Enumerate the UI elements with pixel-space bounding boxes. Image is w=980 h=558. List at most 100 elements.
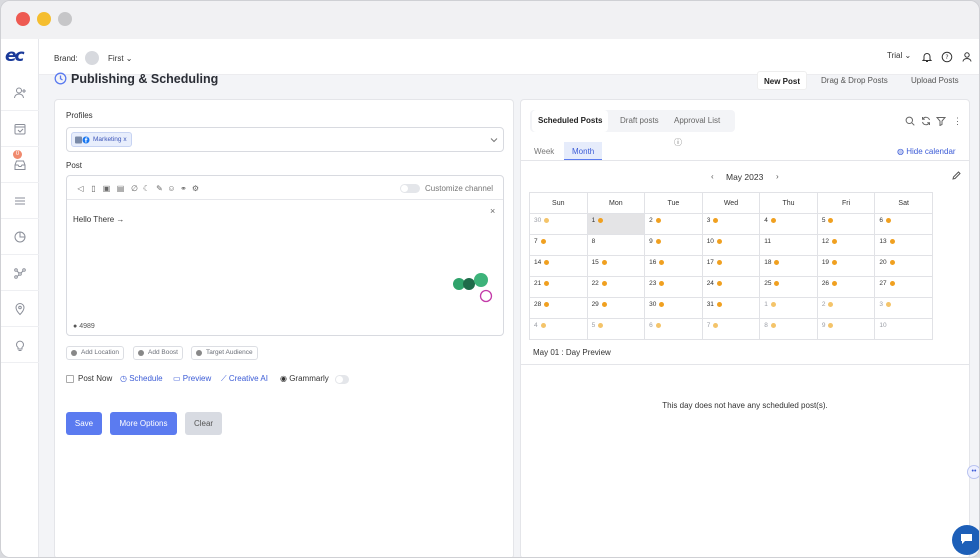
edit-icon[interactable] <box>952 171 961 180</box>
creative-ai-option[interactable]: ⟋ Creative AI <box>221 374 268 384</box>
event-dot[interactable] <box>716 259 722 265</box>
calendar-day-cell[interactable]: 20 <box>874 255 933 277</box>
calendar-day-cell[interactable]: 15 <box>586 255 646 277</box>
event-dot[interactable] <box>889 259 895 265</box>
schedule-option[interactable]: ◷ Schedule <box>120 374 163 384</box>
calendar-day-cell[interactable]: 2 <box>816 297 876 319</box>
calendar-day-cell[interactable]: 27 <box>874 276 933 298</box>
assistant-avatars-icon[interactable] <box>451 272 495 304</box>
event-dot[interactable] <box>598 322 604 328</box>
calendar-day-cell[interactable]: 24 <box>701 276 761 298</box>
chevron-down-icon[interactable] <box>490 137 498 143</box>
calendar-day-cell[interactable]: 8 <box>759 318 818 340</box>
next-month-button[interactable]: › <box>776 172 779 181</box>
more-options-button[interactable]: More Options <box>110 412 177 435</box>
event-dot[interactable] <box>832 259 838 265</box>
network-icon[interactable] <box>1 255 39 291</box>
event-dot[interactable] <box>889 280 895 286</box>
event-dot[interactable] <box>716 238 722 244</box>
inbox-icon[interactable]: 0 <box>1 147 39 183</box>
event-dot[interactable] <box>601 259 607 265</box>
emoji-icon[interactable]: ☺ <box>167 184 176 193</box>
link-icon[interactable]: ⚭ <box>179 184 188 193</box>
calendar-day-cell[interactable]: 3 <box>874 297 933 319</box>
minimize-window-button[interactable] <box>37 12 51 26</box>
calendar-day-cell[interactable]: 4 <box>759 213 818 235</box>
calendar-icon[interactable] <box>1 111 39 147</box>
event-dot[interactable] <box>659 280 665 286</box>
tab-new-post[interactable]: New Post <box>757 71 808 90</box>
event-dot[interactable] <box>544 280 550 286</box>
plan-selector[interactable]: Trial ⌄ <box>887 51 911 60</box>
event-dot[interactable] <box>713 217 719 223</box>
grammarly-option[interactable]: ◉ Grammarly <box>280 374 329 384</box>
event-dot[interactable] <box>713 322 719 328</box>
assistant-bubble-icon[interactable]: •• <box>967 465 979 479</box>
event-dot[interactable] <box>828 301 834 307</box>
preview-option[interactable]: ▭ Preview <box>173 374 211 384</box>
calendar-day-cell[interactable]: 28 <box>529 297 588 319</box>
add-location-button[interactable]: Add Location <box>66 346 124 360</box>
event-dot[interactable] <box>770 301 776 307</box>
menu-lines-icon[interactable] <box>1 183 39 219</box>
calendar-day-cell[interactable]: 17 <box>701 255 761 277</box>
hide-calendar-link[interactable]: ◍ Hide calendar <box>897 147 956 156</box>
calendar-day-cell[interactable]: 1 <box>586 213 646 235</box>
event-dot[interactable] <box>770 322 776 328</box>
calendar-day-cell[interactable]: 13 <box>874 234 933 256</box>
profile-chip[interactable]: f Marketing x <box>71 132 132 147</box>
event-dot[interactable] <box>544 259 550 265</box>
event-dot[interactable] <box>655 217 661 223</box>
calendar-day-cell[interactable]: 10 <box>874 318 933 340</box>
refresh-icon[interactable] <box>921 116 931 126</box>
event-dot[interactable] <box>774 280 780 286</box>
calendar-day-cell[interactable]: 8 <box>586 234 646 256</box>
calendar-day-cell[interactable]: 9 <box>816 318 876 340</box>
view-month[interactable]: Month <box>564 142 603 160</box>
close-icon[interactable]: × <box>490 206 495 216</box>
calendar-day-cell[interactable]: 9 <box>644 234 703 256</box>
chat-button[interactable] <box>952 525 979 555</box>
calendar-day-cell[interactable]: 2 <box>644 213 703 235</box>
calendar-day-cell[interactable]: 30 <box>644 297 703 319</box>
clear-button[interactable]: Clear <box>185 412 222 435</box>
event-dot[interactable] <box>598 217 604 223</box>
prev-month-button[interactable]: ‹ <box>711 172 714 181</box>
event-dot[interactable] <box>655 238 661 244</box>
event-dot[interactable] <box>774 259 780 265</box>
calendar-day-cell[interactable]: 14 <box>529 255 588 277</box>
calendar-day-cell[interactable]: 30 <box>529 213 588 235</box>
filter-icon[interactable] <box>936 116 946 126</box>
calendar-day-cell[interactable]: 16 <box>644 255 703 277</box>
event-dot[interactable] <box>832 280 838 286</box>
attachment-icon[interactable]: ∅ <box>130 184 139 193</box>
calendar-day-cell[interactable]: 7 <box>529 234 588 256</box>
user-icon[interactable] <box>961 51 973 63</box>
lightbulb-icon[interactable] <box>1 327 39 363</box>
profiles-select[interactable]: f Marketing x <box>66 127 504 152</box>
calendar-day-cell[interactable]: 12 <box>816 234 876 256</box>
calendar-day-cell[interactable]: 29 <box>586 297 646 319</box>
post-text-input[interactable]: Hello There → <box>73 215 124 224</box>
maximize-window-button[interactable] <box>58 12 72 26</box>
calendar-day-cell[interactable]: 21 <box>529 276 588 298</box>
brand-avatar[interactable] <box>85 51 99 65</box>
calendar-day-cell[interactable]: 23 <box>644 276 703 298</box>
event-dot[interactable] <box>716 301 722 307</box>
event-dot[interactable] <box>770 217 776 223</box>
event-dot[interactable] <box>886 217 891 223</box>
event-dot[interactable] <box>540 322 546 328</box>
calendar-day-cell[interactable]: 4 <box>529 318 588 340</box>
calendar-day-cell[interactable]: 1 <box>759 297 818 319</box>
calendar-day-cell[interactable]: 18 <box>759 255 818 277</box>
calendar-day-cell[interactable]: 5 <box>586 318 646 340</box>
calendar-day-cell[interactable]: 7 <box>701 318 761 340</box>
calendar-day-cell[interactable]: 6 <box>644 318 703 340</box>
brand-selector[interactable]: First ⌄ <box>108 54 133 63</box>
location-pin-icon[interactable] <box>1 291 39 327</box>
event-dot[interactable] <box>544 301 550 307</box>
event-dot[interactable] <box>655 322 661 328</box>
event-dot[interactable] <box>832 238 838 244</box>
view-week[interactable]: Week <box>534 147 554 156</box>
calendar-day-cell[interactable]: 3 <box>701 213 761 235</box>
